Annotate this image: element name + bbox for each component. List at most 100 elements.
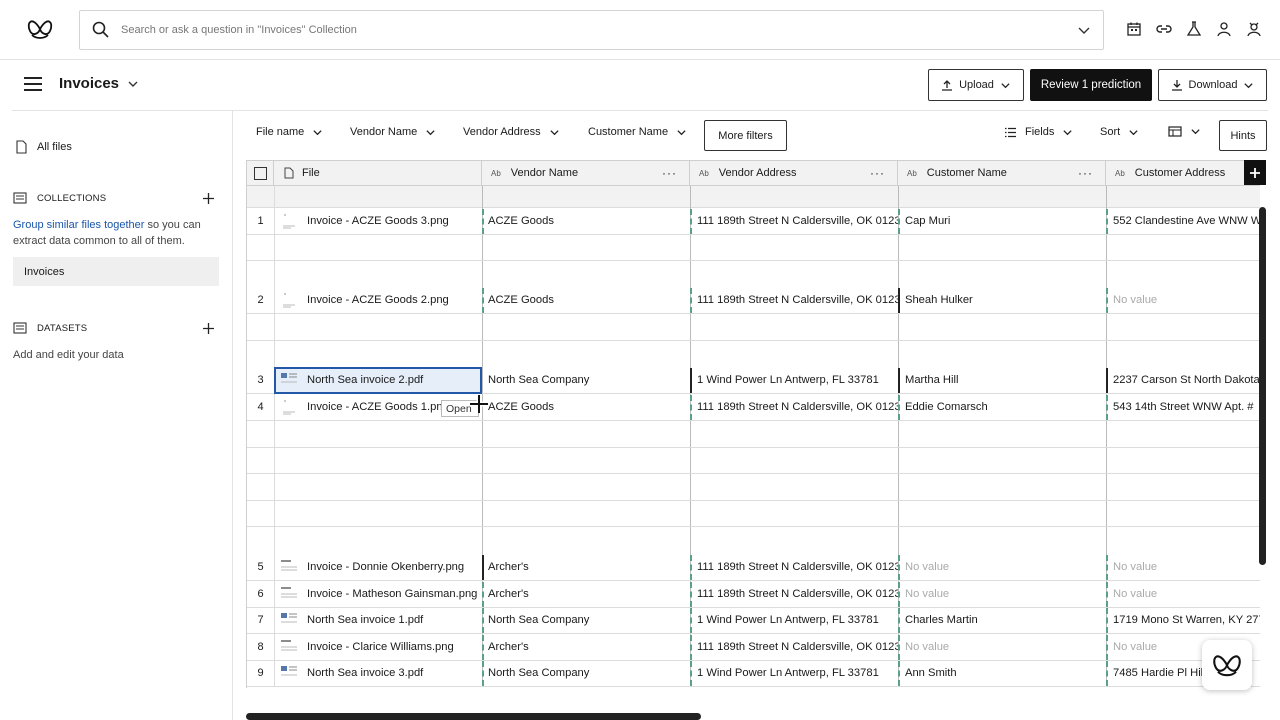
table-row[interactable]: 4 Invoice - ACZE Goods 1.png ACZE Goods … (247, 394, 1260, 421)
file-name-cell[interactable]: North Sea invoice 3.pdf (307, 660, 479, 686)
search-bar[interactable]: Search or ask a question in "Invoices" C… (79, 10, 1104, 50)
vendor-name-cell[interactable]: ACZE Goods (488, 287, 688, 313)
column-header-customer-address[interactable]: Ab Customer Address (1106, 161, 1260, 185)
add-dataset-icon[interactable] (202, 322, 215, 335)
column-header-vendor-name[interactable]: Ab Vendor Name ··· (482, 161, 690, 185)
table-row[interactable]: 5 Invoice - Donnie Okenberry.png Archer'… (247, 554, 1260, 581)
app-logo-icon[interactable] (24, 13, 56, 45)
more-filters-button[interactable]: More filters (704, 120, 787, 151)
vendor-address-cell[interactable]: 1 Wind Power Ln Antwerp, FL 33781 (697, 607, 898, 633)
vendor-name-cell[interactable]: ACZE Goods (488, 208, 688, 234)
vertical-scrollbar[interactable] (1259, 207, 1266, 565)
customer-name-cell[interactable]: Charles Martin (905, 607, 1105, 633)
customer-name-cell[interactable]: Ann Smith (905, 660, 1105, 686)
vendor-name-cell[interactable]: Archer's (488, 581, 688, 607)
sort-button[interactable]: Sort (1100, 126, 1139, 138)
data-grid: File Ab Vendor Name ··· Ab Vendor Addres… (246, 160, 1260, 688)
customer-address-cell[interactable]: 1719 Mono St Warren, KY 2771 (1113, 607, 1260, 633)
suggested-value-marker (898, 608, 900, 633)
file-name-cell[interactable]: Invoice - Matheson Gainsman.png (307, 581, 479, 607)
flask-icon[interactable] (1184, 19, 1204, 39)
calendar-icon[interactable] (1124, 19, 1144, 39)
view-toggle-button[interactable] (1168, 126, 1201, 137)
vendor-address-filter[interactable]: Vendor Address (463, 126, 560, 138)
select-all-checkbox[interactable] (253, 166, 267, 180)
row-number: 2 (257, 294, 264, 306)
link-icon[interactable] (1154, 19, 1174, 39)
customer-address-cell[interactable]: No value (1113, 554, 1260, 580)
vendor-address-cell[interactable]: 111 189th Street N Caldersville, OK 0123… (697, 208, 898, 234)
table-row[interactable]: 1 Invoice - ACZE Goods 3.png ACZE Goods … (247, 208, 1260, 235)
collections-help-link[interactable]: Group similar files together (13, 219, 144, 231)
page-title[interactable]: Invoices (59, 75, 139, 92)
customer-address-cell[interactable]: 543 14th Street WNW Apt. # (1113, 394, 1260, 420)
search-input[interactable]: Search or ask a question in "Invoices" C… (121, 24, 1077, 36)
vendor-address-cell[interactable]: 111 189th Street N Caldersville, OK 0123… (697, 287, 898, 313)
fields-button[interactable]: Fields (1004, 126, 1073, 138)
customer-name-cell[interactable]: Eddie Comarsch (905, 394, 1105, 420)
more-options-icon[interactable]: ··· (662, 166, 677, 180)
sidebar-item-all-files[interactable]: All files (16, 140, 72, 154)
suggested-value-marker (482, 209, 484, 234)
column-header-customer-name[interactable]: Ab Customer Name ··· (898, 161, 1106, 185)
file-name-cell[interactable]: North Sea invoice 1.pdf (307, 607, 479, 633)
column-header-vendor-address[interactable]: Ab Vendor Address ··· (690, 161, 898, 185)
table-row[interactable]: 9 North Sea invoice 3.pdf North Sea Comp… (247, 660, 1260, 687)
table-row[interactable]: 8 Invoice - Clarice Williams.png Archer'… (247, 634, 1260, 661)
suggested-value-marker (690, 555, 692, 580)
menu-icon[interactable] (24, 77, 42, 93)
vendor-name-cell[interactable]: ACZE Goods (488, 394, 688, 420)
customer-name-cell[interactable]: Martha Hill (905, 367, 1105, 393)
chevron-down-icon[interactable] (1077, 23, 1091, 37)
vendor-name-cell[interactable]: North Sea Company (488, 367, 688, 393)
vendor-name-filter[interactable]: Vendor Name (350, 126, 436, 138)
add-column-button[interactable] (1244, 160, 1266, 185)
customer-address-cell[interactable]: No value (1113, 581, 1260, 607)
file-name-cell[interactable]: Invoice - ACZE Goods 3.png (307, 208, 479, 234)
assistant-button[interactable] (1202, 640, 1252, 690)
file-name-cell[interactable]: Invoice - ACZE Goods 2.png (307, 287, 479, 313)
vendor-name-cell[interactable]: North Sea Company (488, 660, 688, 686)
customer-name-cell[interactable]: No value (905, 581, 1105, 607)
file-thumbnail-icon (283, 400, 295, 415)
customer-name-filter[interactable]: Customer Name (588, 126, 687, 138)
file-name-cell[interactable]: Invoice - Clarice Williams.png (307, 634, 479, 660)
vendor-address-cell[interactable]: 1 Wind Power Ln Antwerp, FL 33781 (697, 660, 898, 686)
table-row[interactable]: 2 Invoice - ACZE Goods 2.png ACZE Goods … (247, 287, 1260, 314)
customer-name-cell[interactable]: No value (905, 634, 1105, 660)
customer-address-cell[interactable]: 2237 Carson St North Dakota (1113, 367, 1260, 393)
hints-button[interactable]: Hints (1219, 120, 1267, 151)
customer-name-cell[interactable]: No value (905, 554, 1105, 580)
vendor-address-cell[interactable]: 1 Wind Power Ln Antwerp, FL 33781 (697, 367, 898, 393)
sort-label: Sort (1100, 126, 1121, 138)
user-icon[interactable] (1214, 19, 1234, 39)
vendor-name-cell[interactable]: Archer's (488, 554, 688, 580)
add-collection-icon[interactable] (202, 192, 215, 205)
customer-address-cell[interactable]: No value (1113, 287, 1260, 313)
customer-name-cell[interactable]: Sheah Hulker (905, 287, 1105, 313)
table-row[interactable]: 3 North Sea invoice 2.pdf North Sea Comp… (247, 367, 1260, 394)
review-prediction-button[interactable]: Review 1 prediction (1030, 69, 1152, 101)
file-name-filter[interactable]: File name (256, 126, 323, 138)
file-name-cell[interactable]: North Sea invoice 2.pdf (307, 367, 479, 393)
vendor-address-cell[interactable]: 111 189th Street N Caldersville, OK 0123… (697, 554, 898, 580)
column-header-file[interactable]: File (274, 161, 482, 185)
chevron-down-icon (1001, 82, 1010, 88)
vendor-name-cell[interactable]: North Sea Company (488, 607, 688, 633)
customer-name-cell[interactable]: Cap Muri (905, 208, 1105, 234)
agent-icon[interactable] (1244, 19, 1264, 39)
table-row[interactable]: 6 Invoice - Matheson Gainsman.png Archer… (247, 581, 1260, 608)
more-options-icon[interactable]: ··· (870, 166, 885, 180)
upload-button[interactable]: Upload (928, 69, 1024, 101)
vendor-name-cell[interactable]: Archer's (488, 634, 688, 660)
vendor-address-cell[interactable]: 111 189th Street N Caldersville, OK 0123… (697, 581, 898, 607)
vendor-address-cell[interactable]: 111 189th Street N Caldersville, OK 0123… (697, 634, 898, 660)
more-options-icon[interactable]: ··· (1078, 166, 1093, 180)
customer-address-cell[interactable]: 552 Clandestine Ave WNW Wyo (1113, 208, 1260, 234)
vendor-address-cell[interactable]: 111 189th Street N Caldersville, OK 0123… (697, 394, 898, 420)
file-name-cell[interactable]: Invoice - Donnie Okenberry.png (307, 554, 479, 580)
sidebar-item-invoices[interactable]: Invoices (13, 257, 219, 286)
horizontal-scrollbar[interactable] (246, 713, 701, 720)
download-button[interactable]: Download (1158, 69, 1267, 101)
table-row[interactable]: 7 North Sea invoice 1.pdf North Sea Comp… (247, 607, 1260, 634)
